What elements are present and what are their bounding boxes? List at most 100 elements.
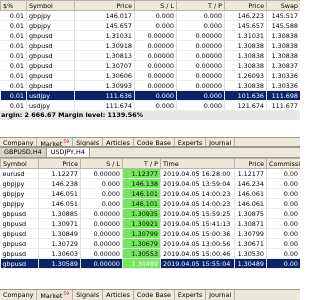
table-row[interactable]: 0.01 gbpusd 1.30918 0.00000 0.00000 1.30838 1.… [0, 40, 300, 51]
chart-tab-usdjpy[interactable]: USDJPY,H4 [46, 148, 90, 157]
table-row[interactable]: 0.01 gbpusd 1.30707 0.00000 0.00000 1.30838 1.… [0, 60, 300, 71]
column-header[interactable]: Price [224, 0, 267, 11]
terminal-tab-journal[interactable]: Journal [206, 290, 236, 300]
table-cell: 1.30553 [122, 248, 161, 259]
table-cell: 146.101 [122, 188, 161, 199]
terminal-tab-market[interactable]: Market59 [37, 290, 74, 300]
terminal-tab-experts[interactable]: Experts [175, 290, 207, 300]
table-cell: 0.000 [176, 90, 225, 101]
table-cell: 0.000 [176, 10, 225, 21]
table-cell: 1.30935 [122, 208, 161, 219]
table-row[interactable]: 0.01 gbpusd 1.30813 0.00000 0.00000 1.30838 1.… [0, 50, 300, 61]
column-header[interactable]: T / P [176, 0, 225, 11]
table-cell: gbpusd [0, 218, 39, 229]
column-header[interactable]: Time [160, 158, 235, 169]
table-cell: 1.30838 [266, 50, 300, 61]
table-cell: 0.00000 [134, 80, 177, 91]
table-cell: 145.657 [74, 20, 135, 31]
table-row[interactable]: gbpusd 1.30603 0.00000 1.30553 2019.04.05 15… [0, 248, 300, 259]
table-cell: 146.234 [234, 178, 267, 189]
terminal-tab-company[interactable]: Company [0, 290, 38, 300]
table-cell: 0.000 [80, 178, 123, 189]
table-row[interactable]: gbpjpy 146.238 0.000 146.138 2019.04.05 13:5… [0, 178, 300, 189]
table-cell: 111.677 [266, 100, 300, 111]
column-header[interactable]: Price [38, 158, 81, 169]
table-cell: 145.517 [266, 10, 300, 21]
table-cell: 0.00 [266, 188, 300, 199]
table-cell: 2019.04.05 15:41:13 [160, 218, 235, 229]
column-header[interactable]: Price [74, 0, 135, 11]
top-trades-table: $% Symbol Price S / L T / P Price Swap 0… [0, 0, 300, 111]
table-cell: 0.01 [0, 40, 27, 51]
table-row[interactable]: 0.01 usdjpy 111.674 0.000 0.000 121.674 111.67… [0, 100, 300, 111]
table-cell: 111.636 [74, 90, 135, 101]
table-cell: gbpjpy [0, 198, 39, 209]
table-cell: gbpusd [26, 70, 75, 81]
table-row[interactable]: 0.01 gbpjpy 146.017 0.000 0.000 146.223 145.51… [0, 10, 300, 21]
table-row[interactable]: gbpjpy 146.051 0.000 146.101 2019.04.05 14:0… [0, 188, 300, 199]
column-header[interactable]: S / L [80, 158, 123, 169]
table-cell: 1.30849 [38, 228, 81, 239]
column-header[interactable]: Swap [266, 0, 300, 11]
column-header[interactable]: $% [0, 0, 27, 11]
market-badge: 59 [63, 292, 70, 297]
table-cell: 1.30489 [122, 258, 161, 269]
table-row[interactable]: gbpjpy 146.051 0.000 146.101 2019.04.05 14:0… [0, 198, 300, 209]
table-cell: 1.30489 [234, 258, 267, 269]
table-cell: 1.30679 [122, 238, 161, 249]
table-row[interactable]: 0.01 gbpusd 1.30606 0.00000 0.00000 1.26093 1.… [0, 70, 300, 81]
table-cell: 1.12377 [122, 168, 161, 179]
bottom-terminal-tabs: Company Market59 Signals Articles Code Base E… [0, 289, 300, 300]
table-cell: 1.30838 [224, 50, 267, 61]
table-cell: 1.30530 [234, 248, 267, 259]
column-header[interactable]: Symbol [26, 0, 75, 11]
table-cell: gbpjpy [0, 178, 39, 189]
table-row[interactable]: gbpusd 1.30589 0.00000 1.30489 2019.04.05 15… [0, 258, 300, 269]
table-cell: 1.30589 [38, 258, 81, 269]
table-cell: gbpusd [26, 30, 75, 41]
table-cell: 0.00 [266, 178, 300, 189]
table-row[interactable]: 0.01 gbpusd 1.30993 0.00000 0.00000 1.30838 1.… [0, 80, 300, 91]
table-row[interactable]: gbpusd 1.30885 0.00000 1.30935 2019.04.05 15… [0, 208, 300, 219]
terminal-tab-code-base[interactable]: Code Base [134, 290, 175, 300]
table-row[interactable]: 0.01 gbpjpy 145.657 0.000 0.000 145.657 145.58… [0, 20, 300, 31]
chart-tab-gbpusd[interactable]: GBPUSD,H4 [0, 148, 47, 157]
column-header[interactable]: T / P [122, 158, 161, 169]
table-cell: 111.698 [266, 90, 300, 101]
table-cell: 0.00000 [176, 50, 225, 61]
table-cell: 1.30875 [234, 208, 267, 219]
table-row[interactable]: 0.01 gbpusd 1.31031 0.00000 0.00000 1.31031 1.… [0, 30, 300, 41]
table-cell: 0.01 [0, 50, 27, 61]
column-header[interactable]: S / L [134, 0, 177, 11]
column-header[interactable]: Symbol [0, 158, 39, 169]
table-cell: 2019.04.05 14:00:23 [160, 198, 235, 209]
terminal-tab-signals[interactable]: Signals [73, 290, 104, 300]
table-cell: 0.00 [266, 228, 300, 239]
table-cell: 0.00 [266, 238, 300, 249]
table-cell: 0.00000 [80, 208, 123, 219]
table-cell: 1.30729 [38, 238, 81, 249]
table-cell: 0.000 [134, 10, 177, 21]
table-cell: 1.30813 [74, 50, 135, 61]
table-cell: 0.00 [266, 258, 300, 269]
table-cell: 0.000 [80, 188, 123, 199]
table-cell: 1.30707 [74, 60, 135, 71]
table-row[interactable]: eurusd 1.12277 0.00000 1.12377 2019.04.05 16… [0, 168, 300, 179]
column-header[interactable]: Commission [266, 158, 300, 169]
table-cell: 146.223 [224, 10, 267, 21]
table-cell: gbpusd [0, 258, 39, 269]
column-header[interactable]: Price [234, 158, 267, 169]
table-cell: 2019.04.05 15:59:25 [160, 208, 235, 219]
bottom-terminal-pane: GBPUSD,H4 USDJPY,H4 Symbol Price S / L T… [0, 148, 300, 300]
table-cell: 1.30971 [38, 218, 81, 229]
table-cell: 1.30885 [38, 208, 81, 219]
table-row[interactable]: 0.01 usdjpy 111.636 0.000 0.000 101.636 111.69… [0, 90, 300, 101]
table-cell: 0.00000 [176, 80, 225, 91]
table-cell: 1.12177 [234, 168, 267, 179]
table-cell: 0.00000 [176, 70, 225, 81]
table-row[interactable]: gbpusd 1.30729 0.00000 1.30679 2019.04.05 13… [0, 238, 300, 249]
table-row[interactable]: gbpusd 1.30971 0.00000 1.30921 2019.04.05 15… [0, 218, 300, 229]
table-cell: 0.00000 [80, 168, 123, 179]
terminal-tab-articles[interactable]: Articles [103, 290, 134, 300]
table-row[interactable]: gbpusd 1.30849 0.00000 1.30799 2019.04.05 15… [0, 228, 300, 239]
